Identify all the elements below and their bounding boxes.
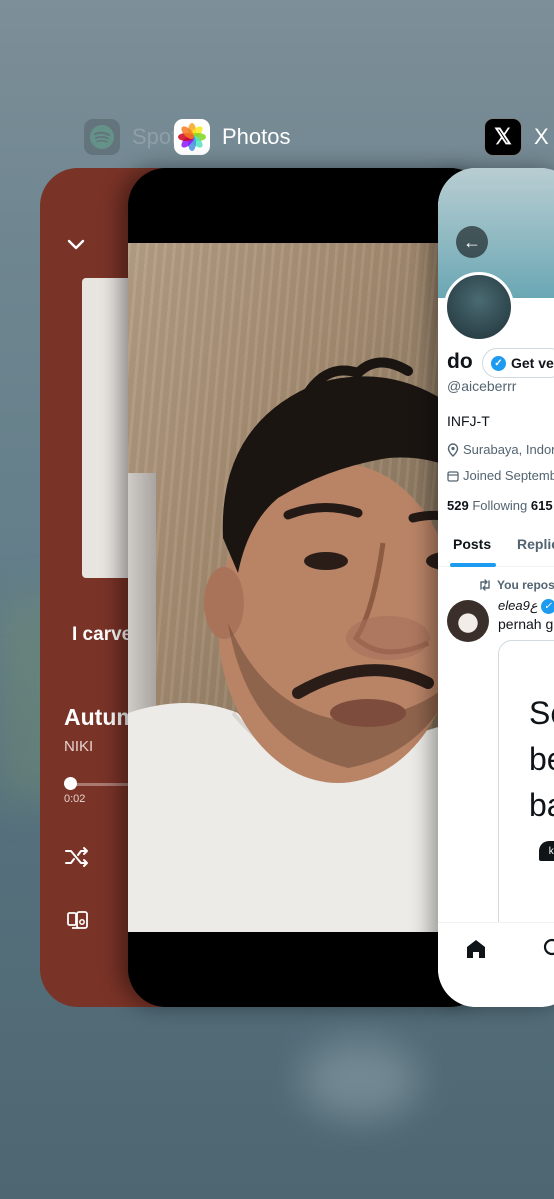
background-blur	[300, 1040, 420, 1120]
back-arrow-icon[interactable]: ←	[456, 226, 488, 258]
app-label-photos[interactable]: Photos	[174, 118, 291, 156]
post-embed-card[interactable]: Se be ba ka	[498, 640, 554, 942]
shuffle-icon[interactable]	[64, 846, 90, 868]
verified-check-icon: ✓	[491, 355, 506, 371]
get-verified-label: Get ve	[511, 355, 554, 371]
tab-posts[interactable]: Posts	[453, 536, 491, 552]
tab-replies[interactable]: Replie	[517, 536, 554, 552]
followers-count: 615	[530, 498, 553, 513]
photos-app-card[interactable]	[128, 168, 488, 1007]
post-author-name: elea9ع	[498, 598, 538, 613]
repost-indicator: You repos	[478, 578, 554, 592]
profile-display-name: do	[447, 350, 473, 373]
profile-avatar[interactable]	[444, 272, 514, 342]
chevron-down-icon[interactable]	[66, 234, 86, 254]
profile-bio: INFJ-T	[447, 413, 490, 429]
x-app-card[interactable]: ← do ✓ Get ve @aiceberrr INFJ-T Surabaya…	[438, 168, 554, 1007]
post-text: pernah g	[498, 616, 554, 632]
embed-text-line: ba	[529, 787, 554, 823]
song-title[interactable]: Autum	[64, 704, 137, 731]
bottom-tab-bar	[438, 922, 554, 1007]
embed-chip: ka	[539, 841, 554, 861]
elapsed-time: 0:02	[64, 793, 86, 805]
profile-tabs: Posts Replie	[438, 530, 554, 567]
progress-knob[interactable]	[64, 777, 77, 790]
repost-label: You repos	[497, 578, 554, 592]
profile-joined: Joined Septemb	[447, 468, 554, 483]
repost-icon	[480, 579, 490, 591]
verified-check-icon: ✓	[540, 598, 554, 614]
selfie-photo	[128, 243, 488, 932]
following-count: 529	[447, 498, 469, 513]
embed-text-line: Se	[529, 695, 554, 731]
spotify-icon	[84, 119, 120, 155]
post-author-avatar[interactable]	[447, 600, 489, 642]
app-name-x: X	[534, 124, 549, 149]
post-author[interactable]: elea9ع ✓	[498, 598, 554, 614]
connect-device-icon[interactable]	[66, 910, 90, 932]
location-pin-icon	[447, 442, 459, 457]
album-cover	[82, 278, 132, 578]
embed-text-line: be	[529, 741, 554, 777]
active-tab-indicator	[450, 563, 496, 567]
x-logo-icon: 𝕏	[484, 118, 522, 156]
calendar-icon	[447, 470, 459, 482]
home-icon[interactable]	[464, 937, 488, 961]
artist-name[interactable]: NIKI	[64, 738, 93, 755]
get-verified-button[interactable]: ✓ Get ve	[482, 348, 554, 378]
profile-handle: @aiceberrr	[447, 378, 517, 394]
follow-stats[interactable]: 529 Following 615	[447, 498, 553, 513]
following-label: Following	[472, 498, 528, 513]
location-text: Surabaya, Indon	[463, 442, 554, 457]
profile-location: Surabaya, Indon	[447, 442, 554, 457]
search-icon[interactable]	[542, 937, 554, 961]
app-name-photos: Photos	[222, 124, 291, 149]
app-label-x[interactable]: 𝕏 X	[484, 118, 549, 156]
lyric-line: I carve	[72, 624, 133, 645]
photos-icon	[174, 119, 210, 155]
joined-text: Joined Septemb	[463, 468, 554, 483]
